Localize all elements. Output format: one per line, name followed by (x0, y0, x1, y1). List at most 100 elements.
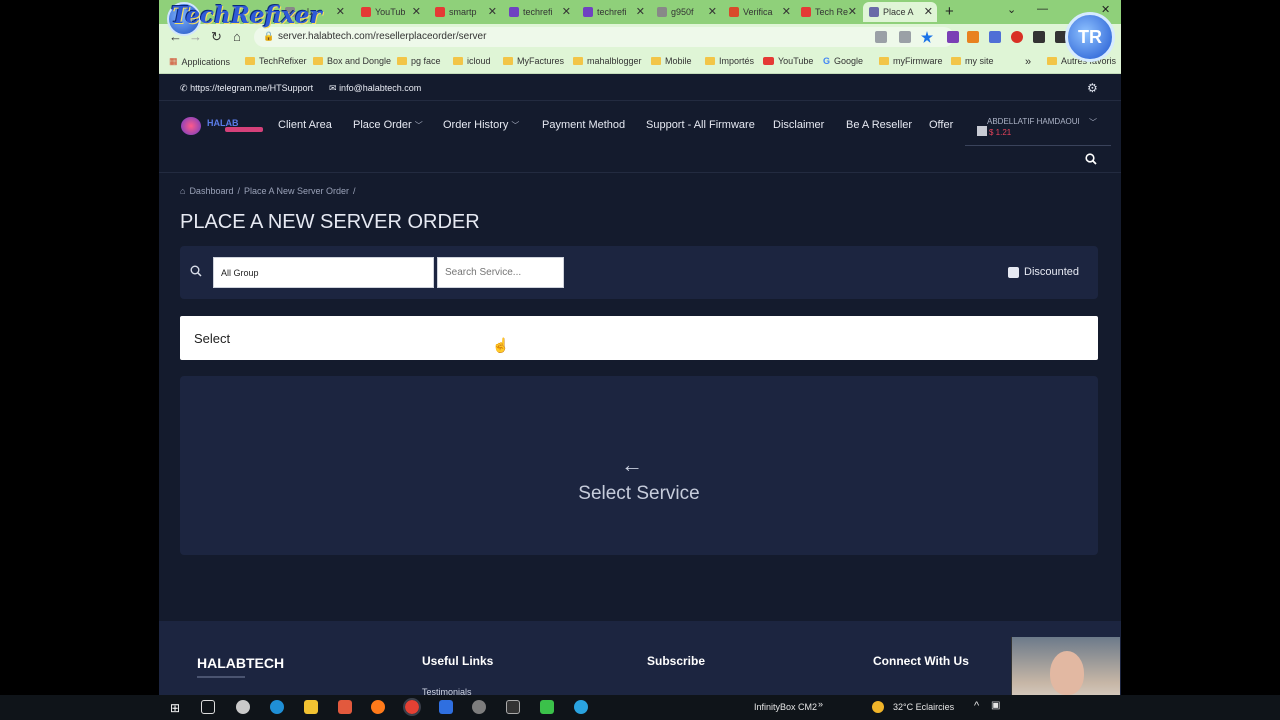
bookmark-pg-face[interactable]: pg face (397, 56, 441, 66)
bookmark-techrefixer[interactable]: TechRefixer (245, 56, 307, 66)
youtube-icon (361, 7, 371, 17)
reload-icon[interactable]: ↻ (211, 29, 222, 45)
bookmark-label: mahalblogger (587, 56, 642, 66)
address-bar[interactable]: 🔒 server.halabtech.com/resellerplaceorde… (254, 27, 954, 47)
tab-search-chevron-icon[interactable]: ⌄ (1007, 3, 1016, 16)
folder-icon (1047, 57, 1057, 65)
site-logo[interactable]: HALAB (181, 117, 265, 135)
service-select[interactable]: Select (180, 316, 1098, 360)
gear-icon[interactable]: ⚙ (1087, 81, 1098, 95)
tab-8[interactable]: Tech Re ✕ (795, 2, 861, 22)
folder-icon (879, 57, 889, 65)
close-icon[interactable]: ✕ (412, 5, 421, 18)
close-icon[interactable]: ✕ (562, 5, 571, 18)
tab-place-order[interactable]: Place A ✕ (863, 2, 937, 22)
nav-payment-method[interactable]: Payment Method (542, 119, 625, 131)
discounted-checkbox[interactable] (1008, 266, 1019, 278)
bookmark-label: MyFactures (517, 56, 565, 66)
close-icon[interactable]: ✕ (848, 5, 857, 18)
extension-purple-icon[interactable] (947, 31, 959, 43)
logo-mark (181, 117, 201, 135)
app-blue-icon[interactable] (439, 700, 453, 714)
close-icon[interactable]: ✕ (488, 5, 497, 18)
minimize-icon[interactable]: — (1037, 3, 1048, 15)
tab-label: Tech Re (815, 7, 849, 17)
footer-link-testimonials[interactable]: Testimonials (422, 687, 472, 695)
bookmark-applications[interactable]: ▦ Applications (169, 56, 230, 67)
itunes-icon[interactable] (236, 700, 250, 714)
nav-disclaimer[interactable]: Disclaimer (773, 119, 824, 131)
close-icon[interactable]: ✕ (636, 5, 645, 18)
app-orange-icon[interactable] (338, 700, 352, 714)
windows-start-icon[interactable]: ⊞ (170, 701, 180, 715)
home-icon[interactable]: ⌂ (233, 29, 241, 44)
tab-7[interactable]: Verifica ✕ (723, 2, 795, 22)
tab-6[interactable]: g950f ✕ (651, 2, 721, 22)
close-icon[interactable]: ✕ (336, 5, 345, 18)
folder-icon (573, 57, 583, 65)
tray-icon[interactable]: ▣ (991, 700, 1000, 711)
edge-icon[interactable] (270, 700, 284, 714)
bookmark-importes[interactable]: Importés (705, 56, 754, 66)
telegram-link[interactable]: ✆ https://telegram.me/HTSupport (180, 83, 313, 94)
email-link[interactable]: ✉ info@halabtech.com (329, 83, 421, 94)
file-explorer-icon[interactable] (304, 700, 318, 714)
puzzle-extensions-icon[interactable] (1033, 31, 1045, 43)
tab-3[interactable]: smartp ✕ (429, 2, 501, 22)
discounted-toggle[interactable]: Discounted (1008, 266, 1079, 278)
taskbar-overflow-icon[interactable]: » (818, 699, 823, 709)
close-icon[interactable]: ✕ (708, 5, 717, 18)
close-window-icon[interactable]: ✕ (1101, 3, 1110, 16)
nav-offer[interactable]: Offer (929, 119, 953, 131)
bookmark-youtube[interactable]: YouTube (763, 56, 813, 66)
search-icon (190, 265, 202, 280)
tab-2[interactable]: YouTub ✕ (355, 2, 425, 22)
weather-text[interactable]: 32°C Eclaircies (893, 702, 954, 712)
app-gray-icon[interactable] (472, 700, 486, 714)
bookmark-myfactures[interactable]: MyFactures (503, 56, 564, 66)
nav-client-area[interactable]: Client Area (278, 119, 332, 131)
telegram-icon[interactable] (574, 700, 588, 714)
bookmark-myfirmware[interactable]: myFirmware (879, 56, 943, 66)
bookmark-mahalblogger[interactable]: mahalblogger (573, 56, 642, 66)
taskbar-app-label[interactable]: InfinityBox CM2 (754, 702, 817, 712)
bookmark-icloud[interactable]: icloud (453, 56, 491, 66)
extension-blue-icon[interactable] (989, 31, 1001, 43)
nav-order-history[interactable]: Order History ﹀ (443, 119, 519, 131)
bookmarks-overflow-button[interactable]: » (1025, 56, 1031, 68)
bookmark-box-and-dongle[interactable]: Box and Dongle (313, 56, 391, 66)
close-icon[interactable]: ✕ (782, 5, 791, 18)
tab-5[interactable]: techrefi ✕ (577, 2, 649, 22)
bookmark-label: pg face (411, 56, 441, 66)
tab-4[interactable]: techrefi ✕ (503, 2, 575, 22)
chevron-up-icon[interactable]: ^ (974, 700, 979, 712)
bookmark-google[interactable]: G Google (823, 56, 863, 66)
youtube-icon (763, 57, 774, 65)
service-select-label: Select (194, 331, 231, 346)
task-view-icon[interactable] (201, 700, 215, 714)
search-icon[interactable] (1085, 153, 1097, 168)
nav-support[interactable]: Support - All Firmware (646, 119, 755, 131)
translate-icon[interactable] (875, 31, 887, 43)
app-green-icon[interactable] (540, 700, 554, 714)
chrome-icon[interactable] (403, 698, 421, 716)
group-select[interactable]: All Group (213, 257, 434, 288)
metamask-icon[interactable] (967, 31, 979, 43)
adblock-icon[interactable] (1011, 31, 1023, 43)
service-search-input[interactable] (437, 257, 564, 288)
bookmark-my-site[interactable]: my site (951, 56, 994, 66)
bookmark-mobile[interactable]: Mobile (651, 56, 692, 66)
techrefixer-corner-badge: TR (1065, 12, 1115, 62)
close-icon[interactable]: ✕ (924, 5, 933, 18)
nav-place-order[interactable]: Place Order ﹀ (353, 119, 423, 131)
firefox-icon[interactable] (371, 700, 385, 714)
nav-be-a-reseller[interactable]: Be A Reseller (846, 119, 912, 131)
new-tab-button[interactable]: + (945, 3, 954, 20)
share-icon[interactable] (899, 31, 911, 43)
app-dark-icon[interactable] (506, 700, 520, 714)
desktop: سلی ✕ YouTub ✕ smartp ✕ techrefi ✕ techrefi ✕… (0, 0, 1280, 720)
user-menu[interactable]: ABDELLATIF HAMDAOUI $ 1.21 ﹀ (965, 113, 1111, 146)
filter-bar: All Group Discounted (180, 246, 1098, 299)
breadcrumb-separator: / (353, 186, 356, 196)
breadcrumb-dashboard[interactable]: Dashboard (189, 186, 233, 196)
